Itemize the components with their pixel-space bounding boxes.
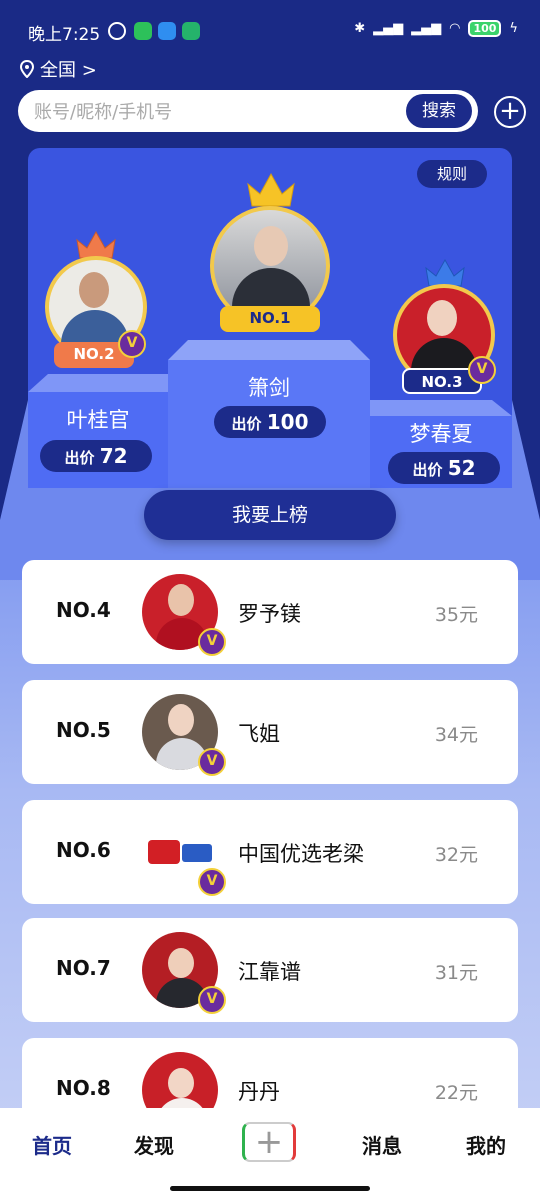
add-icon[interactable]: + [494,96,526,128]
location-selector[interactable]: 全国 > [20,56,97,82]
message-app-icon [158,22,176,40]
vip-badge-icon: V [198,986,226,1014]
search-input[interactable] [32,98,396,126]
search-bar: 搜索 [18,90,478,132]
bid-value: 52 [447,456,476,480]
list-name: 罗予镁 [238,602,301,626]
status-right: ✱ ▂▄▆ ▂▄▆ ◠ 100 ϟ [354,20,518,37]
search-button[interactable]: 搜索 [406,94,472,128]
podium-name-first: 箫剑 [248,376,290,400]
vip-badge-icon: V [468,356,496,384]
list-rank: NO.6 [56,838,111,862]
bid-prefix: 出价 [64,449,95,467]
nav-home[interactable]: 首页 [32,1130,72,1159]
nav-discover[interactable]: 发现 [134,1130,174,1159]
signal-icon-2: ▂▄▆ [411,21,442,36]
rules-button[interactable]: 规则 [417,160,487,188]
nav-mine[interactable]: 我的 [466,1130,506,1159]
list-item[interactable]: NO.4 V 罗予镁 35元 [22,560,518,664]
vip-badge-icon: V [198,868,226,896]
list-name: 飞姐 [238,722,280,746]
list-price: 32元 [434,844,478,866]
nav-messages[interactable]: 消息 [362,1130,402,1159]
list-price: 34元 [434,724,478,746]
bid-third: 出价 52 [388,452,500,484]
bid-prefix: 出价 [231,415,262,433]
list-item[interactable]: NO.6 V 中国优选老梁 32元 [22,800,518,904]
bid-value: 100 [266,410,309,434]
list-rank: NO.4 [56,598,111,622]
vip-badge-icon: V [198,628,226,656]
list-item[interactable]: NO.5 V 飞姐 34元 [22,680,518,784]
list-rank: NO.5 [56,718,111,742]
location-pin-icon [20,60,34,78]
list-price: 35元 [434,604,478,626]
podium-name-third: 梦春夏 [409,422,473,446]
rank-tag-first: NO.1 [220,306,320,332]
alarm-icon [108,22,126,40]
bid-prefix: 出价 [412,461,443,479]
status-time: 晚上7:25 [28,25,101,45]
list-price: 31元 [434,962,478,984]
list-price: 22元 [434,1082,478,1104]
list-rank: NO.8 [56,1076,111,1100]
list-item[interactable]: NO.7 V 江靠谱 31元 [22,918,518,1022]
vip-badge-icon: V [198,748,226,776]
bluetooth-icon: ✱ [354,21,366,36]
podium-name-second: 叶桂官 [66,408,130,432]
wifi-icon: ◠ [449,21,461,36]
signal-icon: ▂▄▆ [373,21,404,36]
bid-second: 出价 72 [40,440,152,472]
bid-first: 出价 100 [214,406,326,438]
list-rank: NO.7 [56,956,111,980]
list-name: 丹丹 [238,1080,280,1104]
bid-value: 72 [99,444,128,468]
charging-icon: ϟ [509,21,518,36]
join-ranking-button[interactable]: 我要上榜 [144,490,396,540]
list-name: 江靠谱 [238,960,301,984]
list-name: 中国优选老梁 [238,842,364,866]
wechat-icon [134,22,152,40]
location-label: 全国 > [40,60,97,81]
home-indicator [170,1186,370,1191]
publish-plus-icon[interactable]: + [242,1122,296,1162]
crown-icon [247,172,295,207]
shield-app-icon [182,22,200,40]
battery-icon: 100 [468,20,502,37]
vip-badge-icon: V [118,330,146,358]
